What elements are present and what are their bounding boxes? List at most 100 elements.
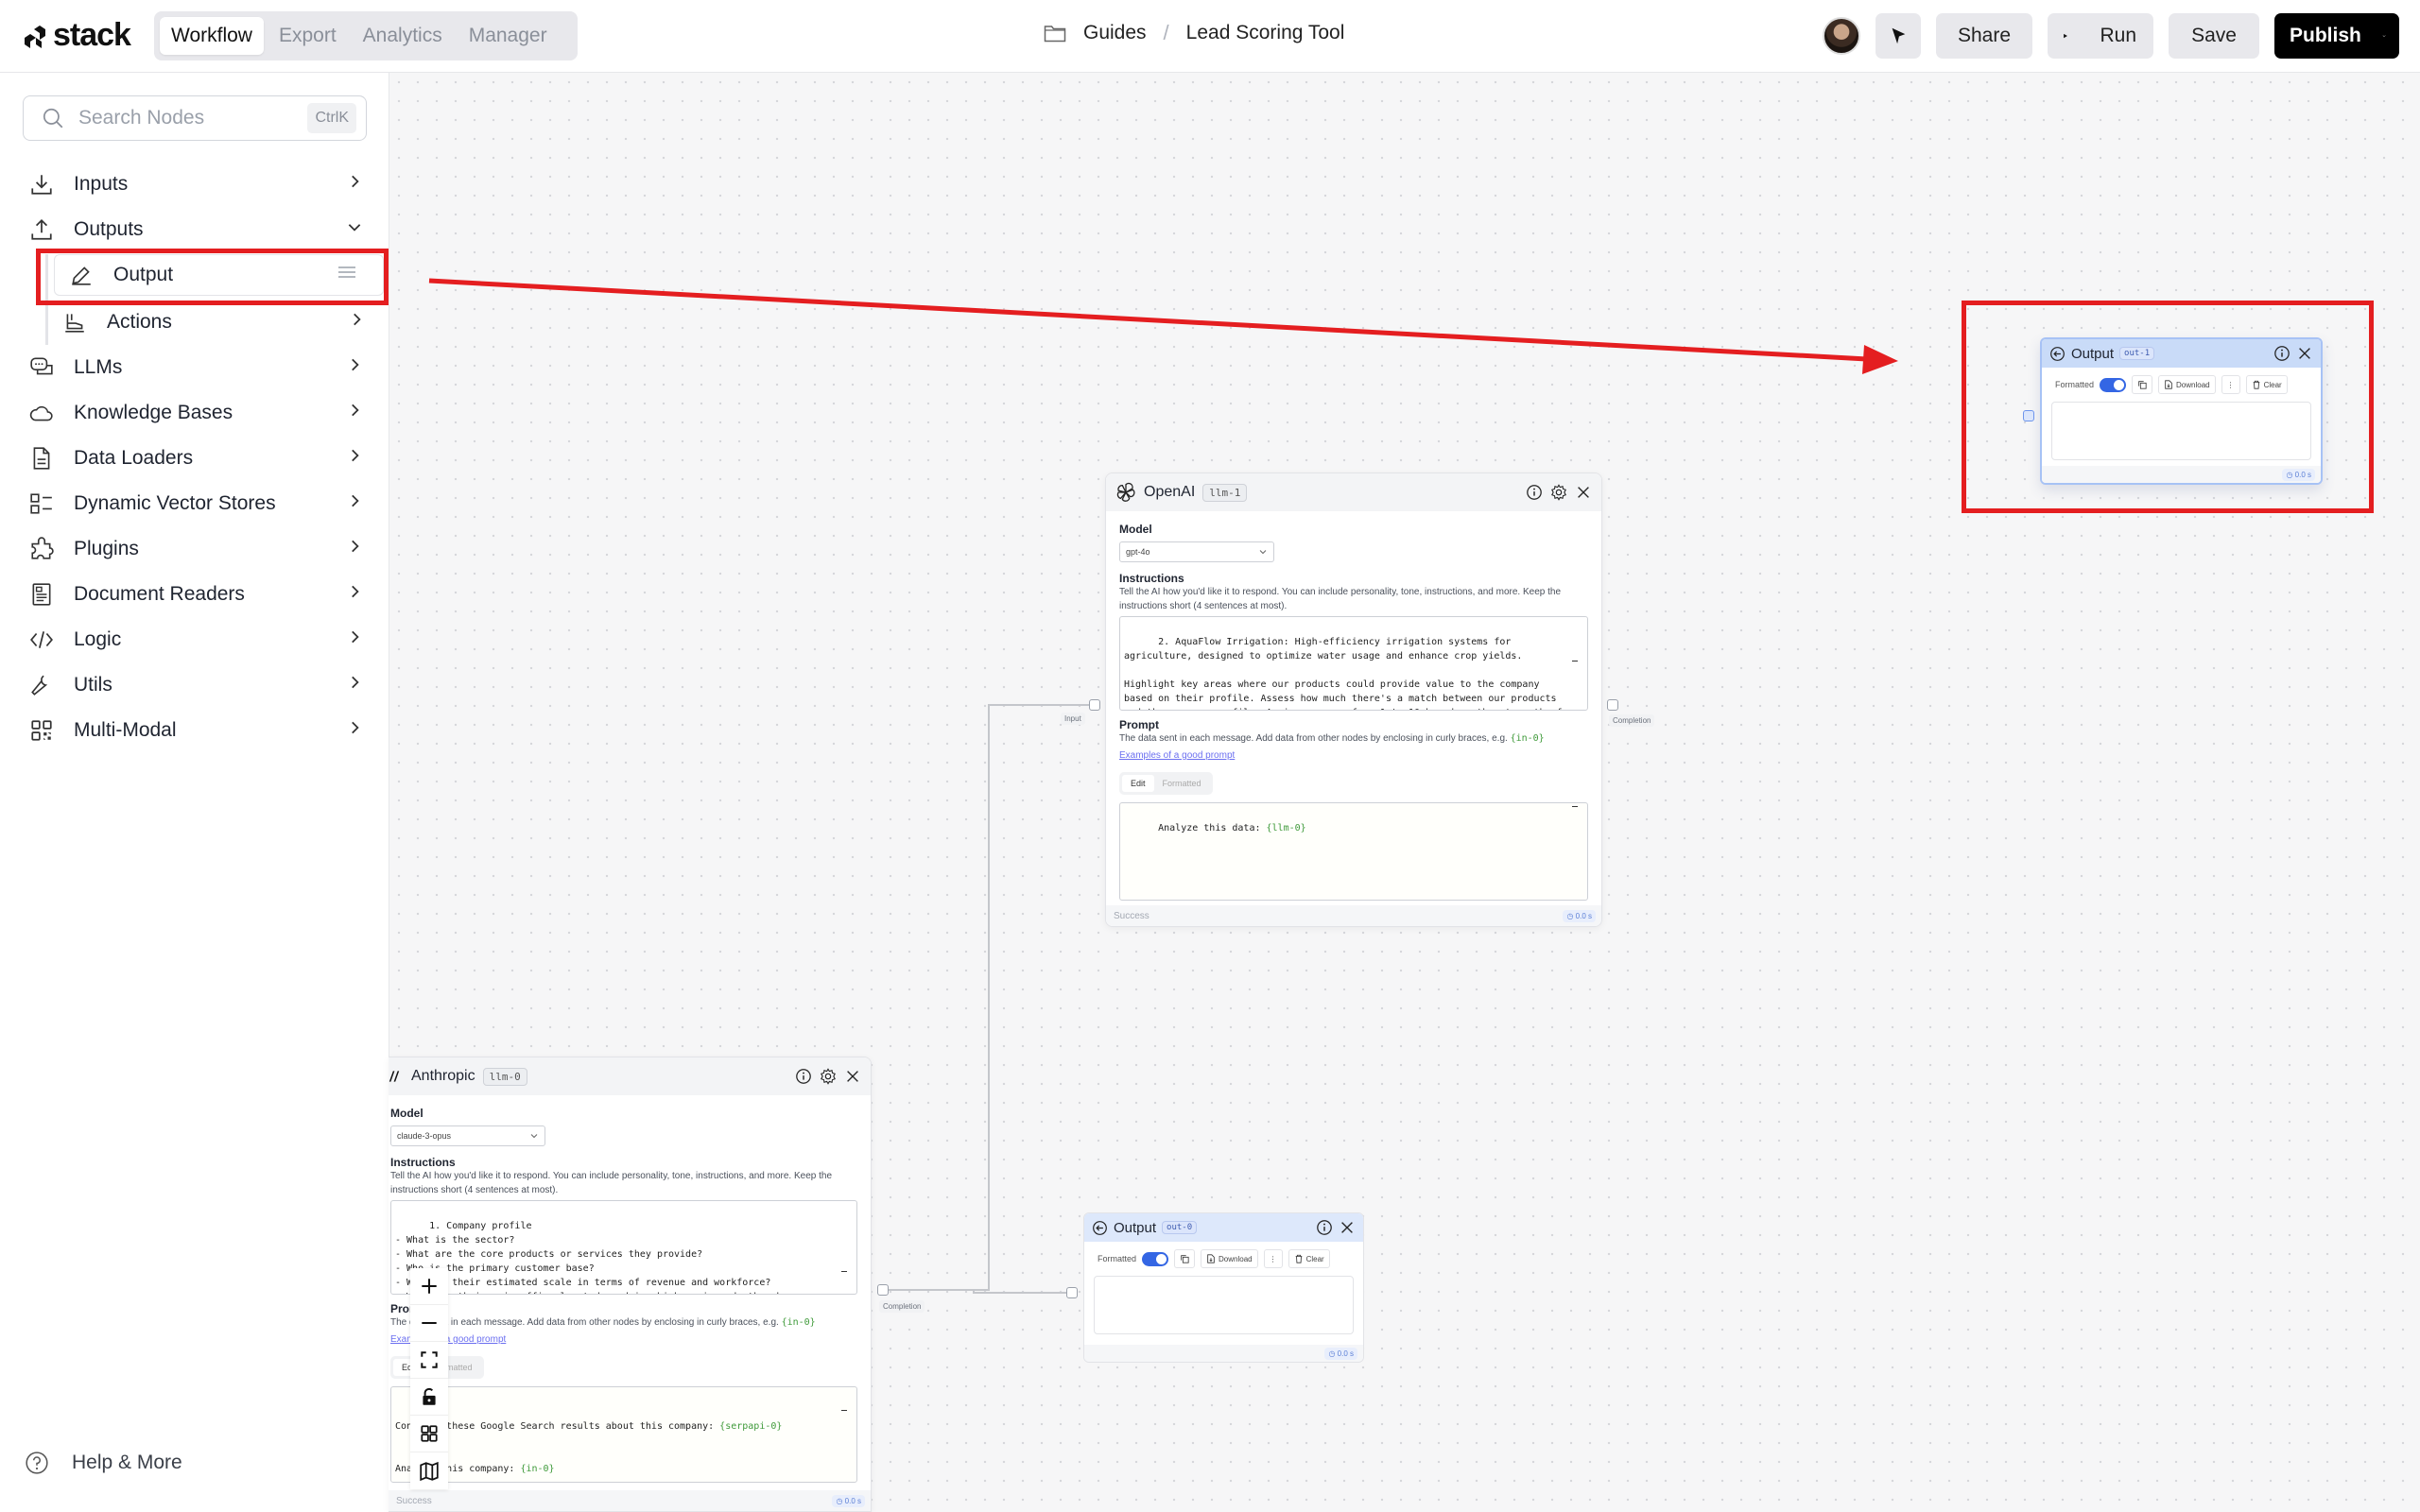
copy-button[interactable] xyxy=(2132,375,2153,394)
sidebar-item-label: Document Readers xyxy=(74,583,245,605)
sidebar-item-multi-modal[interactable]: Multi-Modal xyxy=(0,708,389,753)
zoom-out-button[interactable] xyxy=(410,1305,448,1342)
download-button[interactable]: Download xyxy=(2158,375,2216,394)
sidebar-item-actions[interactable]: Actions xyxy=(48,300,389,345)
instructions-textarea[interactable]: 1. Company profile - What is the sector?… xyxy=(390,1200,857,1295)
examples-link[interactable]: Examples of a good prompt xyxy=(1119,750,1235,761)
openai-input-handle[interactable] xyxy=(1089,699,1100,711)
more-options-button[interactable]: ⋮ xyxy=(1263,1249,1283,1268)
close-icon[interactable] xyxy=(2296,345,2313,362)
openai-completion-handle[interactable] xyxy=(1607,699,1618,711)
prompt-textarea[interactable]: Analyze this data: {llm-0} xyxy=(1119,802,1588,901)
top-bar: stack Workflow Export Analytics Manager … xyxy=(0,0,2420,73)
publish-button[interactable]: Publish xyxy=(2274,13,2399,59)
scrollbar-thumb[interactable] xyxy=(841,1410,847,1411)
node-id-badge: out-0 xyxy=(1162,1221,1198,1234)
info-icon[interactable] xyxy=(2273,345,2290,362)
instructions-help: Tell the AI how you'd like it to respond… xyxy=(390,1171,833,1195)
run-label: Run xyxy=(2100,25,2136,46)
scrollbar-thumb[interactable] xyxy=(1572,806,1578,807)
tab-workflow[interactable]: Workflow xyxy=(160,17,264,55)
out-1-input-handle[interactable] xyxy=(2023,410,2034,421)
tab-analytics[interactable]: Analytics xyxy=(352,17,454,55)
sidebar-item-outputs[interactable]: Outputs xyxy=(0,207,389,252)
copy-button[interactable] xyxy=(1174,1249,1196,1268)
sidebar-item-output[interactable]: Output xyxy=(54,254,384,296)
gear-icon[interactable] xyxy=(1550,484,1567,501)
logo-text: stack xyxy=(53,17,131,53)
node-header[interactable]: Anthropic llm-0 xyxy=(389,1057,871,1095)
sidebar-item-dynamic-vector-stores[interactable]: Dynamic Vector Stores xyxy=(0,481,389,526)
help-and-more-link[interactable]: Help & More xyxy=(25,1451,182,1475)
instructions-help: Tell the AI how you'd like it to respond… xyxy=(1119,587,1562,611)
chevron-down-icon[interactable] xyxy=(2382,28,2386,43)
close-icon[interactable] xyxy=(844,1068,861,1085)
openai-node[interactable]: OpenAI llm-1 Model gpt-4o Instructions T… xyxy=(1105,472,1602,927)
formatted-tab[interactable]: Formatted xyxy=(1154,775,1210,792)
layout-button[interactable] xyxy=(410,1416,448,1452)
file-download-icon xyxy=(2165,380,2172,389)
map-icon xyxy=(420,1461,439,1481)
model-select[interactable]: gpt-4o xyxy=(1119,541,1274,562)
lock-button[interactable] xyxy=(410,1379,448,1416)
breadcrumb-project[interactable]: Lead Scoring Tool xyxy=(1186,22,1345,44)
minimap-button[interactable] xyxy=(410,1452,448,1489)
close-icon[interactable] xyxy=(1339,1219,1356,1236)
chevron-right-icon xyxy=(352,358,359,371)
scrollbar-thumb[interactable] xyxy=(1572,661,1578,662)
output-node-out-1[interactable]: Output out-1 Formatted Download ⋮ Clear … xyxy=(2040,337,2323,485)
node-header[interactable]: OpenAI llm-1 xyxy=(1106,473,1601,511)
instructions-textarea[interactable]: 2. AquaFlow Irrigation: High-efficiency … xyxy=(1119,616,1588,711)
formatted-toggle[interactable] xyxy=(1142,1251,1169,1266)
fit-view-button[interactable] xyxy=(410,1342,448,1379)
run-button[interactable]: Run xyxy=(2048,13,2153,59)
header-actions: Share Run Save Publish xyxy=(1823,13,2399,59)
info-icon[interactable] xyxy=(1316,1219,1333,1236)
search-nodes-input[interactable]: Search Nodes CtrlK xyxy=(23,95,367,141)
close-icon[interactable] xyxy=(1575,484,1592,501)
examples-link[interactable]: Examples of a good prompt xyxy=(390,1334,506,1345)
sidebar-item-inputs[interactable]: Inputs xyxy=(0,162,389,207)
info-icon[interactable] xyxy=(795,1068,812,1085)
clear-button[interactable]: Clear xyxy=(2245,375,2288,394)
anthropic-completion-handle[interactable] xyxy=(877,1284,889,1296)
output-textarea[interactable] xyxy=(1094,1276,1354,1334)
sidebar-item-logic[interactable]: Logic xyxy=(0,617,389,662)
edit-tab[interactable]: Edit xyxy=(1122,775,1154,792)
sidebar-item-knowledge-bases[interactable]: Knowledge Bases xyxy=(0,390,389,436)
node-header[interactable]: Output out-0 xyxy=(1084,1213,1363,1242)
gear-icon[interactable] xyxy=(820,1068,837,1085)
cursor-mode-button[interactable] xyxy=(1876,13,1921,59)
breadcrumb-separator: / xyxy=(1163,21,1169,44)
share-button[interactable]: Share xyxy=(1936,13,2032,59)
save-button[interactable]: Save xyxy=(2169,13,2259,59)
model-select[interactable]: claude-3-opus xyxy=(390,1125,545,1146)
info-icon[interactable] xyxy=(1526,484,1543,501)
sidebar-item-plugins[interactable]: Plugins xyxy=(0,526,389,572)
sidebar-item-document-readers[interactable]: Document Readers xyxy=(0,572,389,617)
stack-logo[interactable]: stack xyxy=(21,17,131,54)
run-time-badge: ◷ 0.0 s xyxy=(832,1494,865,1507)
zoom-in-button[interactable] xyxy=(410,1268,448,1305)
node-header[interactable]: Output out-1 xyxy=(2042,339,2321,368)
output-textarea[interactable] xyxy=(2051,402,2311,460)
output-node-out-0[interactable]: Output out-0 Formatted Download ⋮ Clear … xyxy=(1083,1212,1364,1363)
download-button[interactable]: Download xyxy=(1201,1249,1258,1268)
formatted-toggle[interactable] xyxy=(2100,377,2127,392)
clear-button[interactable]: Clear xyxy=(1288,1249,1330,1268)
anthropic-node[interactable]: Anthropic llm-0 Model claude-3-opus Inst… xyxy=(389,1057,872,1512)
avatar[interactable] xyxy=(1823,17,1860,55)
breadcrumb-folder[interactable]: Guides xyxy=(1083,22,1147,44)
outputs-subgroup: Output Actions xyxy=(45,254,389,345)
sidebar-item-llms[interactable]: LLMs xyxy=(0,345,389,390)
tab-export[interactable]: Export xyxy=(268,17,348,55)
sidebar-item-data-loaders[interactable]: Data Loaders xyxy=(0,436,389,481)
instructions-label: Instructions xyxy=(1119,572,1184,585)
tab-manager[interactable]: Manager xyxy=(458,17,559,55)
prompt-textarea[interactable]: Consider these Google Search results abo… xyxy=(390,1386,857,1483)
scrollbar-thumb[interactable] xyxy=(841,1271,847,1272)
sidebar-item-utils[interactable]: Utils xyxy=(0,662,389,708)
out-0-input-handle[interactable] xyxy=(1066,1287,1078,1298)
drag-handle-icon[interactable] xyxy=(336,261,358,284)
more-options-button[interactable]: ⋮ xyxy=(2221,375,2240,394)
